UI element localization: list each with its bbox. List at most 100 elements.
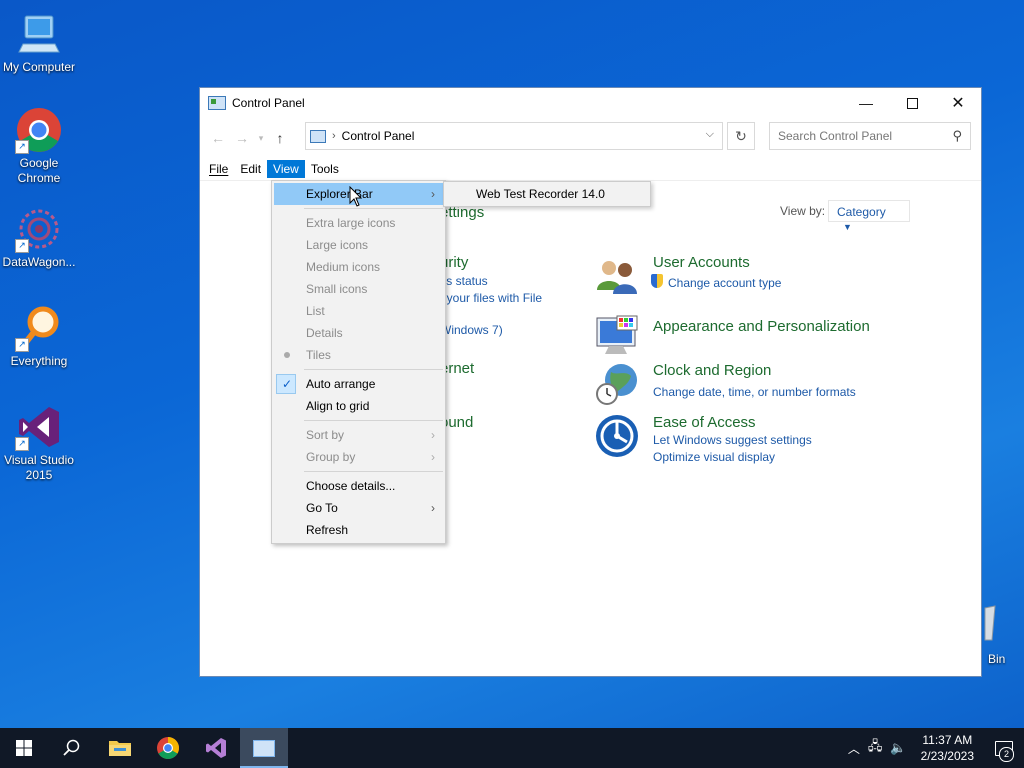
minimize-button[interactable]: — xyxy=(843,88,889,118)
menu-item-refresh[interactable]: Refresh xyxy=(274,519,443,541)
network-icon[interactable]: 🖧 xyxy=(868,737,883,759)
search-icon: ⚲ xyxy=(952,128,962,143)
view-by: View by: Category ▼ xyxy=(780,200,910,232)
search-input[interactable]: Search Control Panel ⚲ xyxy=(769,122,971,150)
search-icon xyxy=(63,739,80,756)
taskbar-file-explorer[interactable] xyxy=(96,728,144,768)
category-heading[interactable]: Clock and Region xyxy=(653,362,771,379)
category-link[interactable]: Let Windows suggest settings xyxy=(653,433,812,447)
computer-icon xyxy=(15,10,63,58)
up-button[interactable]: ↑ xyxy=(268,130,292,146)
desktop-icon-label: Visual Studio 2015 xyxy=(4,453,74,482)
desktop-icon-label: Bin xyxy=(988,652,1006,666)
maximize-icon xyxy=(906,97,918,109)
control-panel-icon xyxy=(253,739,275,757)
menu-separator xyxy=(304,369,443,370)
breadcrumb-chevron-icon[interactable]: › xyxy=(332,130,336,142)
taskbar-chrome[interactable] xyxy=(144,728,192,768)
desktop-icon-label: Everything xyxy=(10,354,68,368)
volume-icon[interactable]: 🔈 xyxy=(890,740,906,756)
refresh-button[interactable]: ↻ xyxy=(727,122,755,150)
category-link-fragment[interactable]: Windows 7) xyxy=(440,323,503,337)
desktop-icon-my-computer[interactable]: My Computer xyxy=(0,10,78,75)
menu-bar: File Edit View Tools xyxy=(200,158,981,181)
menu-item-group-by[interactable]: Group by › xyxy=(274,446,443,468)
taskbar-control-panel[interactable] xyxy=(240,728,288,768)
menu-item-list[interactable]: List xyxy=(274,300,443,322)
maximize-button[interactable] xyxy=(889,88,935,118)
shortcut-arrow-icon: ↗ xyxy=(15,239,29,253)
start-button[interactable] xyxy=(0,728,48,768)
desktop-icon-google-chrome[interactable]: ↗ Google Chrome xyxy=(0,106,78,186)
taskbar: ︿ 🖧 🔈 11:37 AM 2/23/2023 2 xyxy=(0,728,1024,768)
address-row: ← → ▾ ↑ › Control Panel ⌵ ↻ Search Contr… xyxy=(200,118,981,158)
control-panel-icon xyxy=(208,96,226,110)
shortcut-arrow-icon: ↗ xyxy=(15,140,29,154)
search-button[interactable] xyxy=(48,728,96,768)
desktop-icon-label: Google Chrome xyxy=(17,156,61,185)
menu-item-auto-arrange[interactable]: ✓ Auto arrange xyxy=(274,373,443,395)
menu-item-label: Auto arrange xyxy=(306,377,376,391)
menu-item-label: Small icons xyxy=(306,282,368,296)
checkmark-icon: ✓ xyxy=(282,377,293,391)
category-link[interactable]: Optimize visual display xyxy=(653,450,775,464)
menu-tools[interactable]: Tools xyxy=(305,160,345,178)
explorer-bar-submenu[interactable]: Web Test Recorder 14.0 xyxy=(443,181,651,207)
clock[interactable]: 11:37 AM 2/23/2023 xyxy=(921,732,974,764)
category-link-fragment[interactable]: f your files with File xyxy=(440,291,542,305)
category-heading[interactable]: Appearance and Personalization xyxy=(653,318,870,335)
menu-item-go-to[interactable]: Go To › xyxy=(274,497,443,519)
category-link-fragment[interactable]: r's status xyxy=(440,274,488,288)
menu-edit[interactable]: Edit xyxy=(234,160,267,178)
desktop-icon-visual-studio[interactable]: ↗ Visual Studio 2015 xyxy=(0,403,78,483)
back-button[interactable]: ← xyxy=(206,130,230,146)
menu-item-label: Refresh xyxy=(306,523,349,537)
category-link[interactable]: Change account type xyxy=(668,276,781,290)
menu-view[interactable]: View xyxy=(267,160,305,178)
menu-item-details[interactable]: Details xyxy=(274,322,443,344)
submenu-item-web-test-recorder[interactable]: Web Test Recorder 14.0 xyxy=(476,187,605,201)
chevron-up-icon[interactable]: ︿ xyxy=(848,740,860,757)
desktop-icon-label: DataWagon... xyxy=(2,255,76,269)
menu-item-small-icons[interactable]: Small icons xyxy=(274,278,443,300)
notifications-button[interactable]: 2 xyxy=(984,728,1024,768)
clock-time: 11:37 AM xyxy=(922,733,973,747)
menu-item-sort-by[interactable]: Sort by › xyxy=(274,424,443,446)
menu-item-label: Sort by xyxy=(306,428,345,442)
mouse-cursor-icon xyxy=(349,186,363,207)
chevron-right-icon: › xyxy=(431,450,435,464)
menu-item-label: Choose details... xyxy=(306,479,396,493)
chevron-right-icon: › xyxy=(431,501,435,515)
menu-item-choose-details[interactable]: Choose details... xyxy=(274,475,443,497)
menu-file[interactable]: File xyxy=(203,160,234,178)
category-link[interactable]: Change date, time, or number formats xyxy=(653,385,856,399)
desktop-icon-label: My Computer xyxy=(2,60,76,74)
menu-separator xyxy=(304,208,443,209)
ease-of-access-icon xyxy=(596,415,638,457)
desktop-icon-recycle-bin[interactable]: Bin xyxy=(983,600,1024,670)
menu-item-label: Large icons xyxy=(306,238,369,252)
desktop-icon-datawagon[interactable]: ↗ DataWagon... xyxy=(0,205,78,270)
caret-down-icon: ▼ xyxy=(843,222,852,232)
forward-button[interactable]: → xyxy=(230,130,254,146)
view-by-dropdown[interactable]: Category ▼ xyxy=(828,200,910,232)
category-heading[interactable]: Ease of Access xyxy=(653,414,756,431)
menu-item-align-to-grid[interactable]: Align to grid xyxy=(274,395,443,417)
taskbar-visual-studio[interactable] xyxy=(192,728,240,768)
address-bar[interactable]: › Control Panel ⌵ xyxy=(305,122,723,150)
menu-item-large-icons[interactable]: Large icons xyxy=(274,234,443,256)
breadcrumb-control-panel[interactable]: Control Panel xyxy=(342,129,415,143)
menu-item-medium-icons[interactable]: Medium icons xyxy=(274,256,443,278)
menu-item-label: Group by xyxy=(306,450,356,464)
recent-locations-button[interactable]: ▾ xyxy=(254,133,268,144)
chevron-down-icon[interactable]: ⌵ xyxy=(706,128,714,141)
chevron-right-icon: › xyxy=(431,187,435,201)
folder-icon xyxy=(109,741,131,756)
shortcut-arrow-icon: ↗ xyxy=(15,437,29,451)
category-heading[interactable]: User Accounts xyxy=(653,254,750,271)
close-button[interactable]: ✕ xyxy=(935,88,981,118)
menu-item-extra-large-icons[interactable]: Extra large icons xyxy=(274,212,443,234)
title-bar[interactable]: Control Panel — ✕ xyxy=(200,88,981,118)
desktop-icon-everything[interactable]: ↗ Everything xyxy=(0,304,78,369)
menu-item-tiles[interactable]: Tiles xyxy=(274,344,443,366)
